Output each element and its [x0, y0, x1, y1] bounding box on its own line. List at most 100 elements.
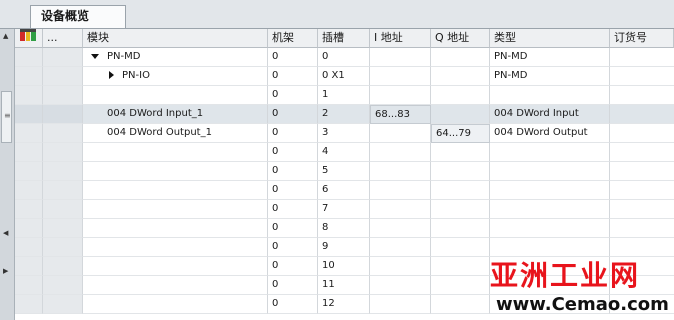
rack-cell[interactable]: 0 [268, 200, 318, 219]
i-address-cell[interactable] [370, 238, 431, 257]
slot-cell[interactable]: 10 [318, 257, 370, 276]
module-cell[interactable] [83, 219, 268, 238]
q-address-cell[interactable] [431, 162, 490, 181]
type-cell[interactable] [490, 219, 610, 238]
header-q-address[interactable]: Q 地址 [431, 29, 490, 48]
order-number-cell[interactable] [610, 124, 674, 143]
type-cell[interactable]: 004 DWord Input [490, 105, 610, 124]
header-slot[interactable]: 插槽 [318, 29, 370, 48]
vertical-scrollbar[interactable]: ▲ ≡ ◀ ▶ [0, 29, 15, 320]
module-cell[interactable]: 004 DWord Input_1 [83, 105, 268, 124]
rack-cell[interactable]: 0 [268, 105, 318, 124]
type-cell[interactable] [490, 200, 610, 219]
rack-cell[interactable]: 0 [268, 48, 318, 67]
module-cell[interactable]: 004 DWord Output_1 [83, 124, 268, 143]
table-row[interactable]: 06 [15, 181, 674, 200]
tab-device-overview[interactable]: 设备概览 [30, 5, 126, 28]
table-row[interactable]: 08 [15, 219, 674, 238]
header-type[interactable]: 类型 [490, 29, 610, 48]
slot-cell[interactable]: 2 [318, 105, 370, 124]
scroll-up-arrow-icon[interactable]: ▲ [3, 32, 8, 40]
slot-cell[interactable]: 6 [318, 181, 370, 200]
q-address-cell[interactable] [431, 143, 490, 162]
i-address-cell[interactable] [370, 86, 431, 105]
rack-cell[interactable]: 0 [268, 67, 318, 86]
q-address-cell[interactable] [431, 219, 490, 238]
header-module[interactable]: 模块 [83, 29, 268, 48]
order-number-cell[interactable] [610, 181, 674, 200]
expand-arrow-icon[interactable]: ▶ [3, 267, 8, 275]
type-cell[interactable] [490, 162, 610, 181]
module-cell[interactable] [83, 181, 268, 200]
i-address-cell[interactable] [370, 181, 431, 200]
slot-cell[interactable]: 4 [318, 143, 370, 162]
rack-cell[interactable]: 0 [268, 257, 318, 276]
q-address-cell[interactable] [431, 105, 490, 124]
slot-cell[interactable]: 5 [318, 162, 370, 181]
i-address-cell[interactable] [370, 48, 431, 67]
i-address-cell[interactable] [370, 276, 431, 295]
table-row[interactable]: 004 DWord Output_1 0 3 64...79 004 DWord Out… [15, 124, 674, 143]
i-address-cell[interactable] [370, 124, 431, 143]
type-cell[interactable]: PN-MD [490, 67, 610, 86]
rack-cell[interactable]: 0 [268, 162, 318, 181]
slot-cell[interactable]: 7 [318, 200, 370, 219]
rack-cell[interactable]: 0 [268, 276, 318, 295]
i-address-cell[interactable] [370, 219, 431, 238]
type-cell[interactable]: 004 DWord Output [490, 124, 610, 143]
order-number-cell[interactable] [610, 219, 674, 238]
type-cell[interactable] [490, 143, 610, 162]
type-cell[interactable] [490, 86, 610, 105]
module-cell[interactable]: PN-IO [83, 67, 268, 86]
slot-cell[interactable]: 0 [318, 48, 370, 67]
i-address-cell[interactable] [370, 295, 431, 314]
order-number-cell[interactable] [610, 86, 674, 105]
rack-cell[interactable]: 0 [268, 295, 318, 314]
i-address-cell[interactable] [370, 162, 431, 181]
table-row[interactable]: 07 [15, 200, 674, 219]
module-cell[interactable] [83, 143, 268, 162]
q-address-cell[interactable] [431, 181, 490, 200]
rack-cell[interactable]: 0 [268, 219, 318, 238]
order-number-cell[interactable] [610, 200, 674, 219]
table-row[interactable]: PN-IO 0 0 X1 PN-MD [15, 67, 674, 86]
table-row[interactable]: 05 [15, 162, 674, 181]
order-number-cell[interactable] [610, 48, 674, 67]
q-address-cell[interactable] [431, 200, 490, 219]
module-cell[interactable] [83, 238, 268, 257]
rack-cell[interactable]: 0 [268, 181, 318, 200]
header-i-address[interactable]: I 地址 [370, 29, 431, 48]
rack-cell[interactable]: 0 [268, 124, 318, 143]
slot-cell[interactable]: 11 [318, 276, 370, 295]
q-address-cell[interactable] [431, 86, 490, 105]
module-cell[interactable] [83, 276, 268, 295]
rack-cell[interactable]: 0 [268, 86, 318, 105]
type-cell[interactable]: PN-MD [490, 48, 610, 67]
expand-triangle-icon[interactable] [109, 71, 114, 79]
i-address-cell[interactable] [370, 200, 431, 219]
order-number-cell[interactable] [610, 67, 674, 86]
type-cell[interactable] [490, 181, 610, 200]
slot-cell[interactable]: 12 [318, 295, 370, 314]
table-row[interactable]: 01 [15, 86, 674, 105]
q-address-cell[interactable] [431, 67, 490, 86]
table-row[interactable]: PN-MD 0 0 PN-MD [15, 48, 674, 67]
scroll-thumb[interactable]: ≡ [1, 91, 12, 143]
slot-cell[interactable]: 8 [318, 219, 370, 238]
module-cell[interactable] [83, 162, 268, 181]
header-order-number[interactable]: 订货号 [610, 29, 674, 48]
q-address-cell[interactable] [431, 48, 490, 67]
module-cell[interactable]: PN-MD [83, 48, 268, 67]
i-address-cell[interactable]: 68...83 [370, 105, 431, 124]
table-row[interactable]: 04 [15, 143, 674, 162]
module-cell[interactable] [83, 295, 268, 314]
order-number-cell[interactable] [610, 162, 674, 181]
slot-cell[interactable]: 3 [318, 124, 370, 143]
slot-cell[interactable]: 9 [318, 238, 370, 257]
i-address-cell[interactable] [370, 257, 431, 276]
header-rack[interactable]: 机架 [268, 29, 318, 48]
i-address-cell[interactable] [370, 143, 431, 162]
q-address-cell[interactable]: 64...79 [431, 124, 490, 143]
table-row[interactable]: 004 DWord Input_1 0 2 68...83 004 DWord Inpu… [15, 105, 674, 124]
slot-cell[interactable]: 0 X1 [318, 67, 370, 86]
